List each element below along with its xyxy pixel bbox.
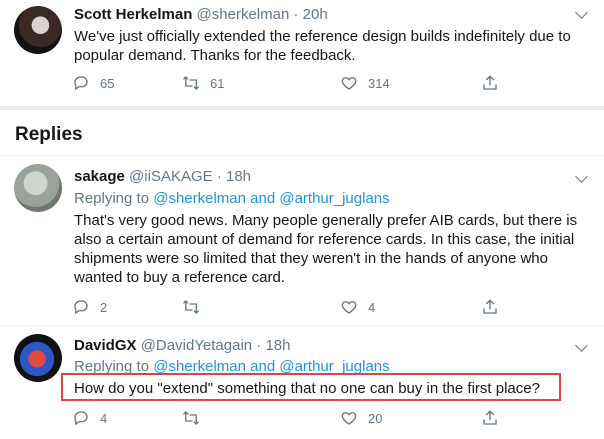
share-icon	[483, 299, 497, 314]
tweet-text-line: shipments were so limited that they were…	[74, 250, 548, 267]
reply-button[interactable]: 2	[72, 297, 107, 317]
share-button[interactable]	[481, 408, 509, 428]
tweet-text-line: We've just officially extended the refer…	[74, 28, 571, 45]
author-handle[interactable]: @sherkelman	[197, 6, 290, 23]
replies-heading: Replies	[15, 124, 83, 145]
reply-icon	[74, 76, 88, 91]
replying-to: Replying to @sherkelman and @arthur_jugl…	[74, 190, 390, 207]
tweet-text: That's very good news. Many people gener…	[74, 211, 584, 287]
retweet-button[interactable]	[182, 408, 210, 428]
like-button[interactable]: 314	[340, 73, 390, 93]
reply-button[interactable]: 65	[72, 73, 114, 93]
like-count: 314	[368, 75, 390, 91]
heart-icon	[341, 412, 357, 425]
tweet-actions: 65 61 314	[72, 73, 512, 93]
tweet-header: DavidGX @DavidYetagain · 18h	[74, 337, 291, 354]
reply-button[interactable]: 4	[72, 408, 107, 428]
chevron-down-icon[interactable]	[575, 339, 588, 352]
tweet-header: Scott Herkelman @sherkelman · 20h	[74, 6, 328, 23]
tweet-text-line: popular demand. Thanks for the feedback.	[74, 47, 356, 64]
reply-count: 4	[100, 410, 108, 426]
timestamp[interactable]: · 18h	[256, 337, 290, 354]
chevron-down-icon[interactable]	[575, 6, 588, 19]
tweet-actions: 2 4	[72, 297, 512, 317]
chevron-down-icon[interactable]	[575, 170, 588, 183]
timestamp[interactable]: · 18h	[217, 168, 251, 185]
tweet-text-line: also a certain amount of demand for refe…	[74, 231, 575, 248]
replying-to-link[interactable]: @sherkelman and @arthur_juglans	[153, 190, 389, 207]
avatar[interactable]	[14, 6, 62, 54]
timestamp[interactable]: · 20h	[293, 6, 327, 23]
like-count: 20	[368, 410, 383, 426]
tweet-text-line: wanted to buy a reference card.	[74, 269, 285, 286]
share-button[interactable]	[481, 73, 509, 93]
avatar[interactable]	[14, 164, 62, 212]
author-handle[interactable]: @DavidYetagain	[141, 337, 252, 354]
tweet-scott-herkelman[interactable]: Scott Herkelman @sherkelman · 20h We've …	[0, 0, 604, 106]
author-handle[interactable]: @iiSAKAGE	[129, 168, 213, 185]
author-name[interactable]: Scott Herkelman	[74, 6, 192, 23]
tweet-actions: 4 20	[72, 408, 512, 428]
author-name[interactable]: DavidGX	[74, 337, 137, 354]
tweet-text-line: That's very good news. Many people gener…	[74, 212, 578, 229]
retweet-icon	[183, 300, 199, 314]
replying-to-label: Replying to	[74, 190, 150, 207]
reply-icon	[74, 300, 88, 315]
share-icon	[483, 75, 497, 90]
retweet-count: 61	[210, 75, 225, 91]
heart-icon	[341, 301, 357, 314]
tweet-sakage[interactable]: sakage @iiSAKAGE · 18h Replying to @sher…	[0, 156, 604, 324]
author-name[interactable]: sakage	[74, 168, 125, 185]
section-divider	[0, 106, 604, 110]
retweet-icon	[183, 411, 199, 425]
heart-icon	[341, 77, 357, 90]
reply-count: 65	[100, 75, 115, 91]
like-button[interactable]: 4	[340, 297, 375, 317]
tweet-text: We've just officially extended the refer…	[74, 27, 584, 65]
retweet-button[interactable]: 61	[182, 73, 224, 93]
tweet-header: sakage @iiSAKAGE · 18h	[74, 168, 251, 185]
reply-count: 2	[100, 299, 108, 315]
like-count: 4	[368, 299, 376, 315]
avatar[interactable]	[14, 334, 62, 382]
highlight-box	[61, 373, 561, 401]
retweet-button[interactable]	[182, 297, 210, 317]
share-icon	[483, 410, 497, 425]
like-button[interactable]: 20	[340, 408, 382, 428]
reply-icon	[74, 411, 88, 426]
share-button[interactable]	[481, 297, 509, 317]
retweet-icon	[183, 76, 199, 90]
